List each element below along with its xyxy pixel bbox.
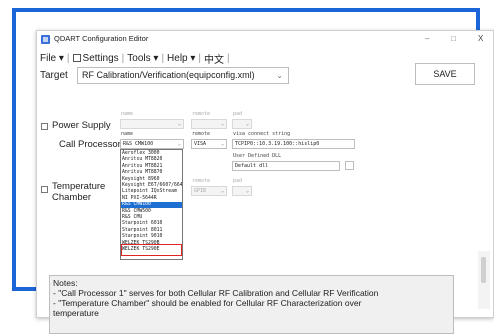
- dropdown-option[interactable]: Starpoint 9010: [121, 234, 182, 240]
- red-highlight-box: [121, 244, 182, 256]
- power-supply-checkbox[interactable]: [41, 123, 48, 130]
- menu-bar: File ▾ | Settings | Tools ▾ | Help ▾ | 中…: [40, 51, 233, 66]
- power-supply-pad-select[interactable]: ⌄: [232, 119, 252, 129]
- menu-tools[interactable]: Tools ▾: [127, 53, 158, 64]
- power-supply-remote-select[interactable]: ⌄: [191, 119, 227, 129]
- temperature-chamber-checkbox[interactable]: [41, 186, 48, 193]
- dropdown-option[interactable]: Litepoint IQxStream: [121, 189, 182, 195]
- temperature-chamber-pad-header: pad: [233, 178, 243, 184]
- visa-connect-string-value: TCPIP0::10.3.19.100::hislip0: [235, 141, 320, 147]
- notes-title: Notes:: [53, 278, 78, 288]
- call-processor-remote-header: remote: [192, 131, 211, 137]
- dll-path-value: Default dll: [235, 163, 269, 169]
- dropdown-option[interactable]: R&S CMW100: [121, 202, 182, 209]
- window-title: QDART Configuration Editor: [54, 34, 149, 43]
- menu-separator: |: [121, 52, 125, 64]
- visa-connect-string-input[interactable]: TCPIP0::10.3.19.100::hislip0: [232, 139, 355, 149]
- menu-file[interactable]: File ▾: [40, 53, 64, 64]
- temperature-chamber-remote-value: GPIB: [194, 188, 207, 194]
- chevron-down-icon: ⌄: [177, 141, 181, 147]
- menu-language[interactable]: 中文: [204, 51, 224, 66]
- chevron-down-icon: ⌄: [220, 188, 224, 194]
- scrollbar-thumb[interactable]: [481, 257, 486, 283]
- target-label: Target: [40, 70, 68, 81]
- menu-separator: |: [198, 52, 202, 64]
- dropdown-option[interactable]: Starpoint 6010: [121, 221, 182, 227]
- temperature-chamber-pad-select[interactable]: ⌄: [232, 186, 252, 196]
- menu-separator: |: [66, 52, 70, 64]
- call-processor-name-header: name: [121, 131, 134, 137]
- browse-dll-button[interactable]: [345, 161, 354, 170]
- call-processor-label: Call Processor 1: [59, 139, 129, 150]
- target-select[interactable]: RF Calibration/Verification(equipconfig.…: [77, 67, 289, 84]
- power-supply-remote-header: remote: [192, 111, 211, 117]
- maximize-button[interactable]: □: [451, 34, 456, 43]
- dropdown-option[interactable]: Anritsu MT8821: [121, 164, 182, 170]
- dropdown-option[interactable]: Anritsu MT8820: [121, 157, 182, 163]
- power-supply-pad-header: pad: [233, 111, 243, 117]
- power-supply-name-header: name: [121, 111, 134, 117]
- notes-panel: Notes: - "Call Processor 1" serves for b…: [49, 275, 454, 334]
- close-button[interactable]: X: [478, 34, 483, 43]
- chevron-down-icon: ⌄: [220, 121, 224, 127]
- temperature-chamber-label-line1: Temperature: [52, 181, 106, 192]
- vertical-scrollbar[interactable]: [478, 251, 490, 309]
- call-processor-remote-value: VISA: [194, 141, 207, 147]
- menu-settings[interactable]: Settings: [72, 52, 119, 64]
- power-supply-name-select[interactable]: ⌄: [120, 119, 184, 129]
- dropdown-option[interactable]: Anritsu MT8870: [121, 170, 182, 176]
- temperature-chamber-label-line2: Chamber: [52, 192, 92, 203]
- notes-line-3: temperature: [53, 308, 99, 318]
- chevron-down-icon: ⌄: [220, 141, 224, 147]
- dropdown-option[interactable]: Starpoint 8011: [121, 228, 182, 234]
- dropdown-option[interactable]: Keysight 8960: [121, 177, 182, 183]
- menu-separator: |: [161, 52, 165, 64]
- call-processor-remote-select[interactable]: VISA ⌄: [191, 139, 227, 149]
- temperature-chamber-remote-header: remote: [192, 178, 211, 184]
- target-value: RF Calibration/Verification(equipconfig.…: [82, 70, 255, 80]
- chevron-down-icon: ⌄: [177, 121, 181, 127]
- call-processor-visa-header: visa connect string: [233, 131, 291, 137]
- temperature-chamber-remote-select[interactable]: GPIB ⌄: [191, 186, 227, 196]
- notes-line-1: - "Call Processor 1" serves for both Cel…: [53, 288, 379, 298]
- user-defined-dll-label: User Defined DLL: [233, 153, 282, 159]
- chevron-down-icon: ⌄: [276, 71, 283, 80]
- app-icon: [41, 35, 50, 44]
- notes-line-2: - "Temperature Chamber" should be enable…: [53, 298, 362, 308]
- chevron-down-icon: ⌄: [245, 121, 249, 127]
- dll-path-input[interactable]: Default dll: [232, 161, 340, 171]
- settings-icon: [72, 53, 81, 62]
- config-editor-window: QDART Configuration Editor – □ X File ▾ …: [36, 30, 494, 334]
- save-button[interactable]: SAVE: [415, 63, 475, 85]
- dropdown-option[interactable]: R&S CMW500: [121, 209, 182, 215]
- call-processor-name-value: R&S CMW100: [123, 141, 154, 147]
- call-processor-name-select[interactable]: R&S CMW100 ⌄: [120, 139, 184, 149]
- title-bar: QDART Configuration Editor – □ X: [37, 31, 493, 49]
- menu-separator: |: [227, 52, 230, 64]
- menu-help[interactable]: Help ▾: [167, 53, 195, 64]
- chevron-down-icon: ⌄: [245, 188, 249, 194]
- minimize-button[interactable]: –: [425, 34, 429, 43]
- power-supply-label: Power Supply: [52, 120, 111, 131]
- menu-settings-label: Settings: [82, 52, 119, 64]
- call-processor-dropdown-list: Aeroflex 3000 Anritsu MT8820 Anritsu MT882…: [120, 149, 183, 260]
- dropdown-option[interactable]: NI PXI-5644R: [121, 196, 182, 202]
